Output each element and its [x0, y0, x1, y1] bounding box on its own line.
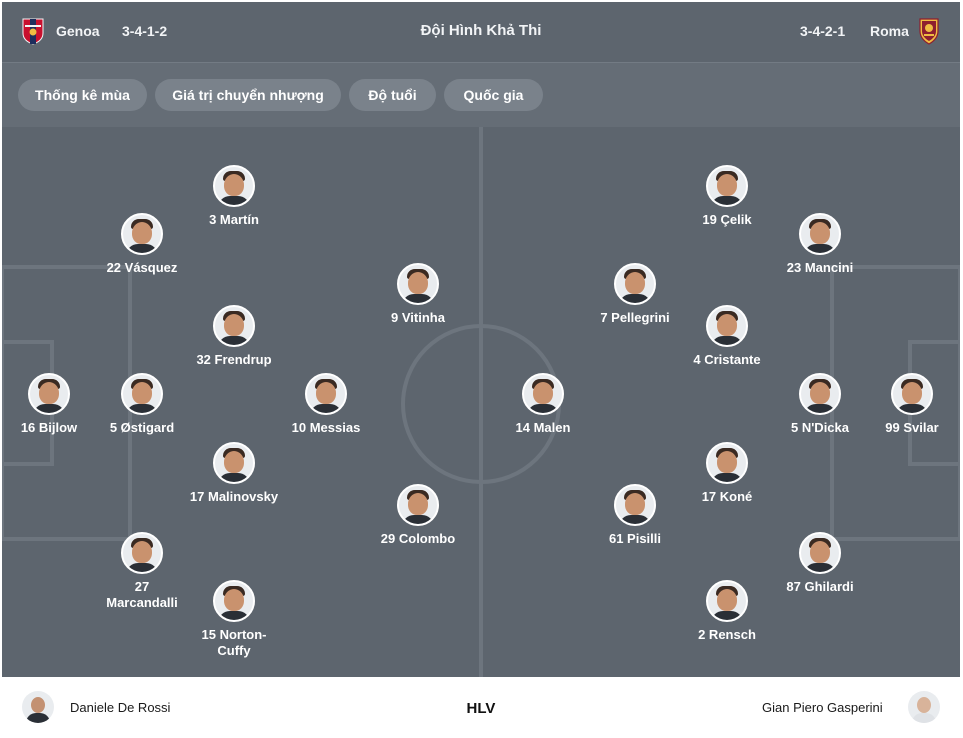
player-avatar — [213, 305, 255, 347]
player-home-cm-top[interactable]: 32 Frendrup — [174, 305, 294, 368]
player-avatar — [213, 580, 255, 622]
tab-transfer-value[interactable]: Giá trị chuyển nhượng — [155, 79, 341, 111]
player-avatar — [213, 442, 255, 484]
player-label: 5 Østigard — [109, 420, 175, 435]
player-avatar — [213, 165, 255, 207]
player-label: 61 Pisilli — [608, 531, 662, 546]
player-label: 27 Marcandalli — [106, 579, 178, 610]
roma-crest-icon[interactable] — [918, 17, 940, 45]
player-label: 19 Çelik — [702, 212, 752, 227]
player-avatar — [121, 532, 163, 574]
away-coach-name[interactable]: Gian Piero Gasperini — [762, 700, 883, 715]
player-label: 4 Cristante — [693, 352, 761, 367]
away-coach-avatar[interactable] — [908, 691, 940, 723]
player-avatar — [614, 484, 656, 526]
player-avatar — [397, 263, 439, 305]
player-home-cb-left[interactable]: 5 Østigard — [82, 373, 202, 436]
player-away-wb-bottom[interactable]: 2 Rensch — [667, 580, 787, 643]
player-home-st-top[interactable]: 9 Vitinha — [358, 263, 478, 326]
player-avatar — [706, 442, 748, 484]
away-formation: 3-4-2-1 — [800, 23, 846, 39]
player-label: 29 Colombo — [380, 531, 456, 546]
player-avatar — [799, 373, 841, 415]
player-avatar — [799, 532, 841, 574]
player-away-cb-center[interactable]: 5 N'Dicka — [760, 373, 880, 436]
player-home-cm-bottom[interactable]: 17 Malinovsky — [174, 442, 294, 505]
player-avatar — [397, 484, 439, 526]
player-avatar — [522, 373, 564, 415]
player-avatar — [305, 373, 347, 415]
player-label: 32 Frendrup — [196, 352, 272, 367]
player-away-am-top[interactable]: 7 Pellegrini — [575, 263, 695, 326]
player-home-st-bottom[interactable]: 29 Colombo — [358, 484, 478, 547]
player-avatar — [706, 305, 748, 347]
player-avatar — [799, 213, 841, 255]
player-away-st[interactable]: 14 Malen — [483, 373, 603, 436]
player-label: 15 Norton-Cuffy — [201, 627, 267, 658]
player-away-am-bottom[interactable]: 61 Pisilli — [575, 484, 695, 547]
player-label: 23 Mancini — [786, 260, 854, 275]
coaches-row: Daniele De Rossi HLV Gian Piero Gasperin… — [2, 677, 960, 737]
player-avatar — [614, 263, 656, 305]
player-avatar — [28, 373, 70, 415]
player-avatar — [121, 373, 163, 415]
tab-nationality[interactable]: Quốc gia — [444, 79, 543, 111]
lineup-header: Genoa 3-4-1-2 Đội Hình Khả Thi 3-4-2-1 R… — [2, 2, 960, 62]
player-avatar — [706, 165, 748, 207]
player-label: 9 Vitinha — [391, 310, 445, 325]
player-label: 7 Pellegrini — [600, 310, 670, 325]
away-team-name[interactable]: Roma — [870, 23, 909, 39]
player-label: 22 Vásquez — [106, 260, 178, 275]
player-label: 17 Malinovsky — [189, 489, 279, 504]
pitch: 16 Bijlow 5 Østigard 3 Martín 22 Vásquez… — [2, 127, 960, 677]
tab-season-stats[interactable]: Thống kê mùa — [18, 79, 147, 111]
player-home-wb-top[interactable]: 22 Vásquez — [82, 213, 202, 276]
player-home-wb-bottom[interactable]: 15 Norton-Cuffy — [174, 580, 294, 659]
player-avatar — [891, 373, 933, 415]
player-label: 14 Malen — [515, 420, 571, 435]
player-label: 2 Rensch — [698, 627, 756, 642]
player-avatar — [121, 213, 163, 255]
player-label: 10 Messias — [291, 420, 361, 435]
player-avatar — [706, 580, 748, 622]
player-label: 5 N'Dicka — [790, 420, 849, 435]
tab-age[interactable]: Độ tuổi — [349, 79, 436, 111]
player-home-am[interactable]: 10 Messias — [266, 373, 386, 436]
stat-tabs: Thống kê mùa Giá trị chuyển nhượng Độ tu… — [2, 62, 960, 127]
player-away-wb-top[interactable]: 19 Çelik — [667, 165, 787, 228]
lineup-widget: Genoa 3-4-1-2 Đội Hình Khả Thi 3-4-2-1 R… — [2, 2, 960, 737]
